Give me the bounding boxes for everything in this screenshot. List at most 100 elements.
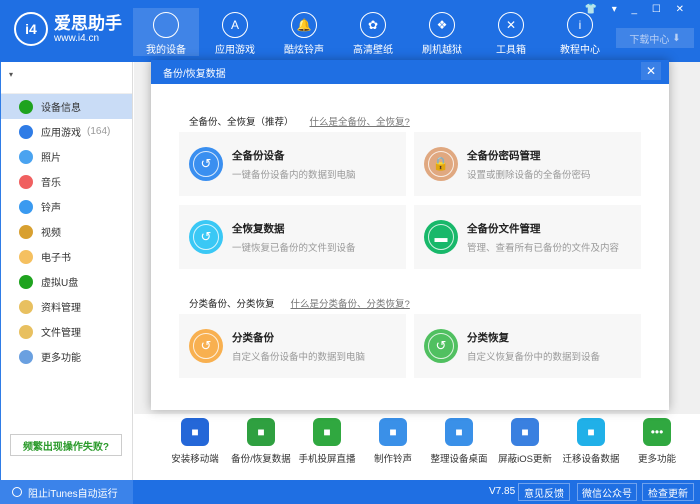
card-desc: 自定义备份设备中的数据到电脑 [232,351,366,363]
card-title: 全备份设备 [232,149,285,162]
card-desc: 一键恢复已备份的文件到设备 [232,242,356,254]
nav-bell[interactable]: 🔔 酷炫铃声 [271,8,337,56]
nav-tools[interactable]: ✕ 工具箱 [478,8,544,56]
wechat-button[interactable]: 微信公众号 [577,483,637,501]
sidebar-item-icon [19,299,33,314]
sidebar-item-icon [19,124,33,139]
download-center-label: 下载中心 [629,34,670,46]
card-title: 全备份文件管理 [467,222,541,235]
sidebar-item[interactable]: 虚拟U盘 [1,269,132,294]
nav-label: 应用游戏 [215,45,255,56]
card-lock[interactable]: 🔒 全备份密码管理 设置或删除设备的全备份密码 [414,132,641,196]
nav-apple[interactable]: 我的设备 [133,8,199,56]
window-controls[interactable]: 👕 ▾ _ ☐ ✕ [585,4,691,15]
sidebar-item-label: 视频 [41,228,61,239]
section-title: 分类备份、分类恢复 [189,299,275,310]
sidebar-item-label: 虚拟U盘 [41,278,79,289]
sidebar-item-icon [19,249,33,264]
nav-app-store[interactable]: A 应用游戏 [202,8,268,56]
nav-dropbox[interactable]: ❖ 刷机越狱 [409,8,475,56]
bell-icon: 🔔 [291,12,317,38]
feedback-button[interactable]: 意见反馈 [518,483,570,501]
sidebar: ▾ 设备信息应用游戏 (164) 照片音乐铃声视频电子书虚拟U盘资料管理文件管理更多… [0,62,133,480]
dropbox-icon: ❖ [429,12,455,38]
card-backup-clock[interactable]: ↺ 全备份设备一键备份设备内的数据到电脑 [179,132,406,196]
download-icon: ⬇ [672,32,681,44]
nav-label: 酷炫铃声 [284,45,324,56]
tool-label: 安装移动端 [171,454,219,465]
tool-label: 屏蔽iOS更新 [498,454,552,465]
card-title: 分类恢复 [467,331,509,344]
device-dropdown[interactable]: ▾ [1,62,132,94]
block-itunes-toggle[interactable]: 阻止iTunes自动运行 [0,480,133,504]
status-bar: 阻止iTunes自动运行 V7.85 意见反馈 微信公众号 检查更新 [0,480,700,504]
sidebar-item[interactable]: 照片 [1,144,132,169]
lock-icon: 🔒 [424,147,458,181]
tool-icon: ■ [379,418,407,446]
card-folder[interactable]: ▬ 全备份文件管理 管理、查看所有已备份的文件及内容 [414,205,641,269]
app-store-icon: A [222,12,248,38]
sidebar-item-label: 照片 [41,153,61,164]
sidebar-item-icon [19,274,33,289]
tools-icon: ✕ [498,12,524,38]
dialog-title: 备份/恢复数据 [163,68,226,80]
flower-icon: ✿ [360,12,386,38]
nav-label: 刷机越狱 [422,45,462,56]
tool-icon: ••• [643,418,671,446]
version-label: V7.85 [489,486,516,497]
card-desc: 一键备份设备内的数据到电脑 [232,169,356,181]
sidebar-item-icon [19,349,33,364]
tool-button[interactable]: ■ 制作铃声 [360,414,426,480]
sidebar-item[interactable]: 资料管理 [1,294,132,319]
close-icon[interactable]: ✕ [641,62,661,80]
info-icon: i [567,12,593,38]
sidebar-item[interactable]: 更多功能 [1,344,132,369]
card-restore-clock[interactable]: ↺ 全恢复数据 一键恢复已备份的文件到设备 [179,205,406,269]
restore-clock-icon: ↺ [189,220,223,254]
tool-button[interactable]: ■ 整理设备桌面 [426,414,492,480]
app-name: 爱思助手 [54,13,122,33]
app-count: (164) [87,126,111,137]
sidebar-item[interactable]: 设备信息 [1,94,132,119]
backup-clock-icon: ↺ [189,147,223,181]
nav-label: 工具箱 [496,45,526,56]
card-title: 分类备份 [232,331,274,344]
sidebar-item[interactable]: 视频 [1,219,132,244]
sidebar-item-label: 应用游戏 [41,128,81,139]
tool-button[interactable]: ■ 迁移设备数据 [558,414,624,480]
check-update-button[interactable]: 检查更新 [642,483,694,501]
nav-flower[interactable]: ✿ 高清壁纸 [340,8,406,56]
sidebar-item-icon [19,324,33,339]
help-link-category-backup[interactable]: 什么是分类备份、分类恢复? [291,296,410,310]
sidebar-item[interactable]: 音乐 [1,169,132,194]
download-center-button[interactable]: 下载中心 ⬇ [616,28,694,48]
card-category-restore[interactable]: ↺ 分类恢复 自定义恢复备份中的数据到设备 [414,314,641,378]
tool-button[interactable]: ■ 手机投屏直播 [294,414,360,480]
sidebar-item-icon [19,99,33,114]
card-title: 全备份密码管理 [467,149,541,162]
tool-button[interactable]: ■ 备份/恢复数据 [228,414,294,480]
help-link-full-backup[interactable]: 什么是全备份、全恢复? [310,114,410,128]
logo-mark: i4 [14,12,48,46]
section-category-backup: 分类备份、分类恢复 什么是分类备份、分类恢复? [189,296,410,310]
tool-button[interactable]: ••• 更多功能 [624,414,690,480]
tool-icon: ■ [577,418,605,446]
tool-label: 备份/恢复数据 [231,454,291,465]
sidebar-item-icon [19,174,33,189]
sidebar-item-label: 文件管理 [41,328,81,339]
frequent-failure-link[interactable]: 频繁出现操作失败? [10,434,122,456]
sidebar-item-label: 铃声 [41,203,61,214]
nav-info[interactable]: i 教程中心 [547,8,613,56]
card-desc: 自定义恢复备份中的数据到设备 [467,351,601,363]
sidebar-item[interactable]: 铃声 [1,194,132,219]
tool-button[interactable]: ■ 屏蔽iOS更新 [492,414,558,480]
sidebar-item-label: 电子书 [41,253,71,264]
card-category-backup[interactable]: ↺ 分类备份 自定义备份设备中的数据到电脑 [179,314,406,378]
sidebar-item[interactable]: 电子书 [1,244,132,269]
sidebar-item[interactable]: 应用游戏 (164) [1,119,132,144]
sidebar-item-icon [19,224,33,239]
sidebar-item[interactable]: 文件管理 [1,319,132,344]
tool-button[interactable]: ■ 安装移动端 [162,414,228,480]
card-desc: 管理、查看所有已备份的文件及内容 [467,242,620,254]
section-full-backup: 全备份、全恢复（推荐） 什么是全备份、全恢复? [189,114,410,128]
